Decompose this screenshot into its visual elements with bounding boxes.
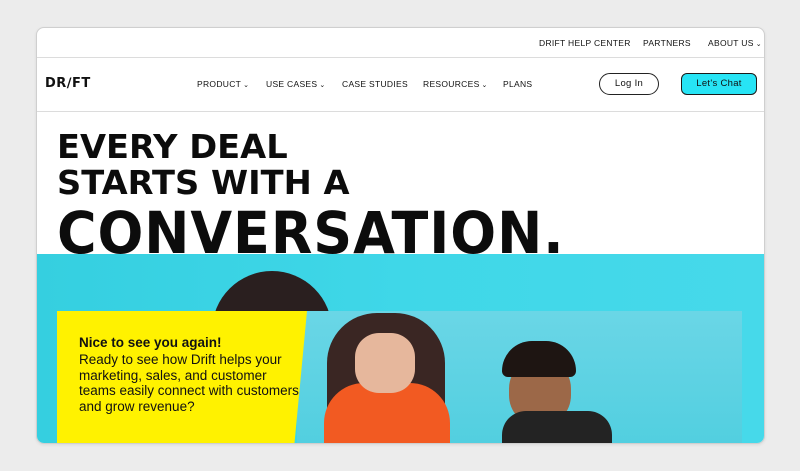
- nav-product-label: PRODUCT: [197, 79, 242, 89]
- chevron-down-icon: ⌄: [481, 82, 488, 89]
- welcome-card-title: Nice to see you again!: [79, 335, 222, 350]
- hero-line-1: EVERY DEAL: [57, 127, 288, 166]
- partners-link[interactable]: PARTNERS: [643, 38, 691, 48]
- lets-chat-button[interactable]: Let's Chat: [681, 73, 757, 95]
- nav-plans[interactable]: PLANS: [503, 79, 532, 89]
- chevron-down-icon: ⌄: [319, 82, 326, 89]
- man-shirt: [502, 411, 612, 443]
- man-hair: [502, 341, 576, 377]
- login-button[interactable]: Log In: [599, 73, 659, 95]
- hero-line-3: CONVERSATION.: [57, 199, 565, 267]
- nav-case-studies[interactable]: CASE STUDIES: [342, 79, 408, 89]
- chevron-down-icon: ⌄: [755, 41, 762, 48]
- nav-resources-label: RESOURCES: [423, 79, 480, 89]
- browser-frame: DRIFT HELP CENTER PARTNERS ABOUT US ⌄ DR∕…: [36, 27, 765, 444]
- nav-use-cases-label: USE CASES: [266, 79, 318, 89]
- nav-use-cases[interactable]: USE CASES ⌄: [266, 79, 326, 89]
- about-us-label: ABOUT US: [708, 38, 754, 48]
- nav-resources[interactable]: RESOURCES ⌄: [423, 79, 488, 89]
- welcome-card-body: Ready to see how Drift helps your market…: [79, 352, 299, 414]
- hero-line-2: STARTS WITH A: [57, 163, 350, 202]
- chevron-down-icon: ⌄: [243, 82, 250, 89]
- woman-face: [355, 333, 415, 393]
- main-nav: DR∕FT PRODUCT ⌄ USE CASES ⌄ CASE STUDIES R…: [37, 57, 764, 112]
- drift-logo[interactable]: DR∕FT: [45, 76, 91, 91]
- help-center-link[interactable]: DRIFT HELP CENTER: [539, 38, 631, 48]
- about-us-link[interactable]: ABOUT US ⌄: [708, 38, 762, 48]
- utility-nav: DRIFT HELP CENTER PARTNERS ABOUT US ⌄: [37, 28, 764, 58]
- team-photo: [297, 311, 742, 443]
- nav-product[interactable]: PRODUCT ⌄: [197, 79, 249, 89]
